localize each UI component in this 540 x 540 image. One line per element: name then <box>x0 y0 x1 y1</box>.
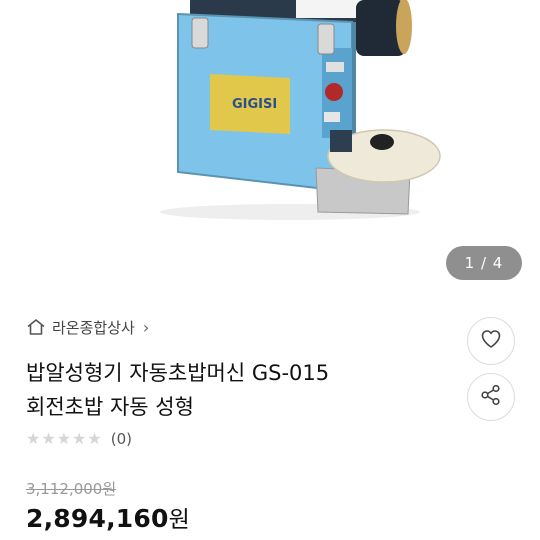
sale-price-amount: 2,894,160 <box>26 504 169 533</box>
share-button[interactable] <box>467 373 515 421</box>
rating[interactable]: ★ ★ ★ ★ ★ (0) <box>26 428 132 450</box>
star-icon: ★ <box>56 429 72 448</box>
product-title: 밥알성형기 자동초밥머신 GS-015 회전초밥 자동 성형 <box>26 356 446 424</box>
seller-name: 라온종합상사 <box>52 318 135 337</box>
seller-link[interactable]: 라온종합상사 › <box>26 316 149 338</box>
share-icon <box>479 383 503 411</box>
like-button[interactable] <box>467 317 515 365</box>
star-icon: ★ <box>87 429 102 448</box>
star-icon: ★ <box>26 429 41 448</box>
home-icon <box>26 317 46 337</box>
chevron-right-icon: › <box>142 317 150 337</box>
product-title-line2: 회전초밥 자동 성형 <box>26 395 194 419</box>
star-icon: ★ <box>41 429 56 448</box>
sale-price-unit: 원 <box>168 507 190 533</box>
product-title-line1: 밥알성형기 자동초밥머신 GS-015 <box>26 361 330 385</box>
review-count: (0) <box>110 430 132 448</box>
image-page-indicator: 1 / 4 <box>446 246 522 280</box>
product-image-gallery[interactable]: GIGISI 1 / 4 <box>0 0 540 292</box>
original-price: 3,112,000원 <box>26 480 117 498</box>
machine-logo: GIGISI <box>232 97 277 112</box>
heart-icon <box>479 327 503 355</box>
star-icon: ★ <box>72 429 87 448</box>
sale-price: 2,894,160원 <box>26 500 190 534</box>
